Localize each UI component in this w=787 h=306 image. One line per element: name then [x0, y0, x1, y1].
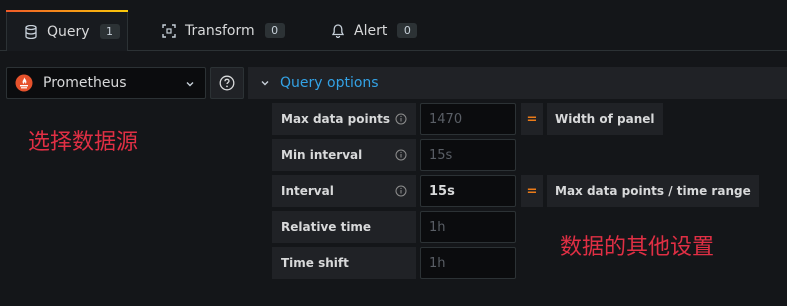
database-icon	[24, 24, 38, 39]
question-circle-icon	[219, 75, 235, 91]
chevron-down-icon	[260, 78, 270, 88]
max-data-points-label: Max data points	[272, 103, 416, 135]
time-shift-input[interactable]: 1h	[420, 247, 516, 279]
tab-query-count: 1	[99, 24, 120, 39]
query-tabs-bar: Query 1 Transform 0 Alert 0	[0, 0, 787, 51]
annotation-data-settings: 数据的其他设置	[560, 235, 715, 260]
datasource-selected-label: Prometheus	[43, 75, 127, 91]
interval-label: Interval	[272, 175, 416, 207]
tab-alert-label: Alert	[354, 22, 388, 39]
query-options-label: Query options	[280, 75, 379, 91]
datasource-picker[interactable]: Prometheus	[6, 67, 206, 99]
interval-label-text: Interval	[281, 184, 334, 198]
info-icon[interactable]	[395, 185, 407, 200]
chevron-down-icon	[185, 77, 195, 93]
tab-alert-count: 0	[397, 23, 418, 38]
time-shift-label-text: Time shift	[281, 256, 349, 270]
equals-sign: =	[521, 103, 543, 135]
max-data-points-input[interactable]: 1470	[420, 103, 516, 135]
info-icon[interactable]	[395, 149, 407, 164]
info-icon[interactable]	[395, 113, 407, 128]
max-data-points-label-text: Max data points	[281, 112, 391, 126]
bell-icon	[331, 23, 345, 38]
interval-desc: Max data points / time range	[547, 175, 759, 207]
relative-time-input[interactable]: 1h	[420, 211, 516, 243]
relative-time-label: Relative time	[272, 211, 416, 243]
tab-query-label: Query	[47, 23, 90, 40]
prometheus-logo	[15, 74, 33, 92]
tab-transform-label: Transform	[185, 22, 255, 39]
relative-time-label-text: Relative time	[281, 220, 372, 234]
tab-alert[interactable]: Alert 0	[331, 10, 418, 51]
equals-sign: =	[521, 175, 543, 207]
tab-transform-count: 0	[264, 23, 285, 38]
min-interval-input[interactable]: 15s	[420, 139, 516, 171]
tab-query[interactable]: Query 1	[6, 10, 128, 51]
min-interval-label: Min interval	[272, 139, 416, 171]
interval-value: 15s	[420, 175, 516, 207]
annotation-select-source: 选择数据源	[28, 130, 139, 155]
time-shift-label: Time shift	[272, 247, 416, 279]
tab-transform[interactable]: Transform 0	[162, 10, 285, 51]
max-data-points-desc: Width of panel	[547, 103, 663, 135]
min-interval-label-text: Min interval	[281, 148, 363, 162]
transform-icon	[162, 23, 176, 38]
query-help-button[interactable]	[210, 67, 244, 99]
query-options-toggle[interactable]: Query options	[248, 67, 787, 99]
